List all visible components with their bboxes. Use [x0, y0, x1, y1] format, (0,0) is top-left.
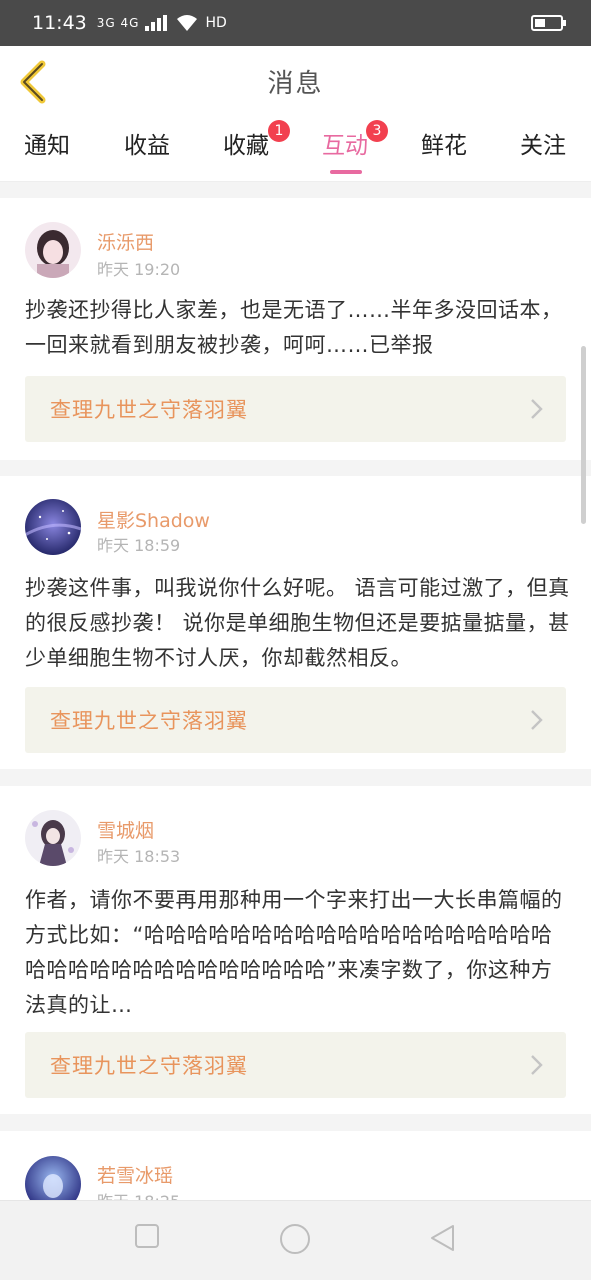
message-text: 作者，请你不要再用那种用一个字来打出一大长串篇幅的方式比如：“哈哈哈哈哈哈哈哈哈… — [25, 888, 563, 1017]
tab-badge: 1 — [268, 120, 290, 142]
tab-label: 互动 — [322, 133, 368, 159]
tab-notifications[interactable]: 通知 — [12, 126, 82, 166]
page-header: 消息 — [0, 46, 591, 116]
message-card[interactable]: 泺泺西 昨天 19:20 抄袭还抄得比人家差，也是无语了……半年多没回话本，一回… — [0, 198, 591, 460]
chevron-right-icon — [531, 710, 543, 730]
hd-indicator: HD — [205, 15, 227, 31]
message-time: 昨天 18:59 — [97, 536, 181, 555]
triangle-back-icon[interactable] — [428, 1223, 456, 1253]
message-text: 抄袭这件事，叫我说你什么好呢。 语言可能过激了，但真的很反感抄袭！ 说你是单细胞… — [25, 576, 570, 670]
chevron-right-icon — [531, 399, 543, 419]
message-text: 抄袭还抄得比人家差，也是无语了……半年多没回话本，一回来就看到朋友被抄袭，呵呵…… — [25, 298, 563, 357]
chevron-right-icon — [531, 1055, 543, 1075]
status-bar: 11:43 3G 4G HD — [0, 0, 591, 46]
page-title: 消息 — [267, 68, 324, 99]
avatar[interactable] — [25, 1156, 81, 1200]
system-nav-bar — [0, 1200, 591, 1280]
tab-earnings[interactable]: 收益 — [112, 126, 182, 166]
avatar[interactable] — [25, 810, 81, 866]
book-title: 查理九世之守落羽翼 — [50, 1054, 248, 1078]
tab-interactions[interactable]: 互动 3 — [310, 120, 388, 174]
tab-favorites[interactable]: 收藏 1 — [211, 120, 290, 166]
battery-icon — [531, 15, 566, 31]
tab-label: 鲜花 — [421, 133, 467, 159]
username[interactable]: 若雪冰瑶 — [97, 1161, 173, 1188]
scrollbar[interactable] — [581, 346, 586, 524]
tab-label: 收藏 — [223, 133, 269, 159]
tab-bar: 通知 收益 收藏 1 互动 3 鲜花 关注 — [0, 116, 591, 182]
tab-badge: 3 — [366, 120, 388, 142]
tab-label: 通知 — [24, 133, 70, 159]
tab-label: 收益 — [124, 133, 170, 159]
circle-icon[interactable] — [279, 1223, 311, 1255]
tab-follows[interactable]: 关注 — [508, 126, 578, 166]
tab-label: 关注 — [520, 133, 566, 159]
message-time: 昨天 18:25 — [97, 1188, 180, 1200]
username[interactable]: 星影Shadow — [97, 506, 210, 533]
book-link[interactable]: 查理九世之守落羽翼 — [25, 1032, 566, 1098]
username[interactable]: 雪城烟 — [97, 816, 154, 843]
square-icon[interactable] — [134, 1223, 160, 1249]
back-button[interactable] — [14, 60, 54, 104]
book-link[interactable]: 查理九世之守落羽翼 — [25, 376, 566, 442]
message-card[interactable]: 若雪冰瑶 昨天 18:25 — [0, 1131, 591, 1200]
signal-icon — [145, 15, 168, 31]
username[interactable]: 泺泺西 — [97, 228, 154, 255]
active-tab-indicator — [330, 170, 362, 174]
message-time: 昨天 19:20 — [97, 260, 181, 279]
message-time: 昨天 18:53 — [97, 847, 181, 866]
avatar[interactable] — [25, 222, 81, 278]
avatar[interactable] — [25, 499, 81, 555]
book-title: 查理九世之守落羽翼 — [50, 709, 248, 733]
status-time: 11:43 — [32, 12, 87, 34]
message-card[interactable]: 雪城烟 昨天 18:53 作者，请你不要再用那种用一个字来打出一大长串篇幅的方式… — [0, 786, 591, 1114]
wifi-icon — [177, 15, 198, 31]
book-link[interactable]: 查理九世之守落羽翼 — [25, 687, 566, 753]
book-title: 查理九世之守落羽翼 — [50, 398, 248, 422]
tab-flowers[interactable]: 鲜花 — [409, 126, 479, 166]
network-type: 3G 4G — [96, 16, 140, 30]
message-card[interactable]: 星影Shadow 昨天 18:59 抄袭这件事，叫我说你什么好呢。 语言可能过激… — [0, 476, 591, 769]
